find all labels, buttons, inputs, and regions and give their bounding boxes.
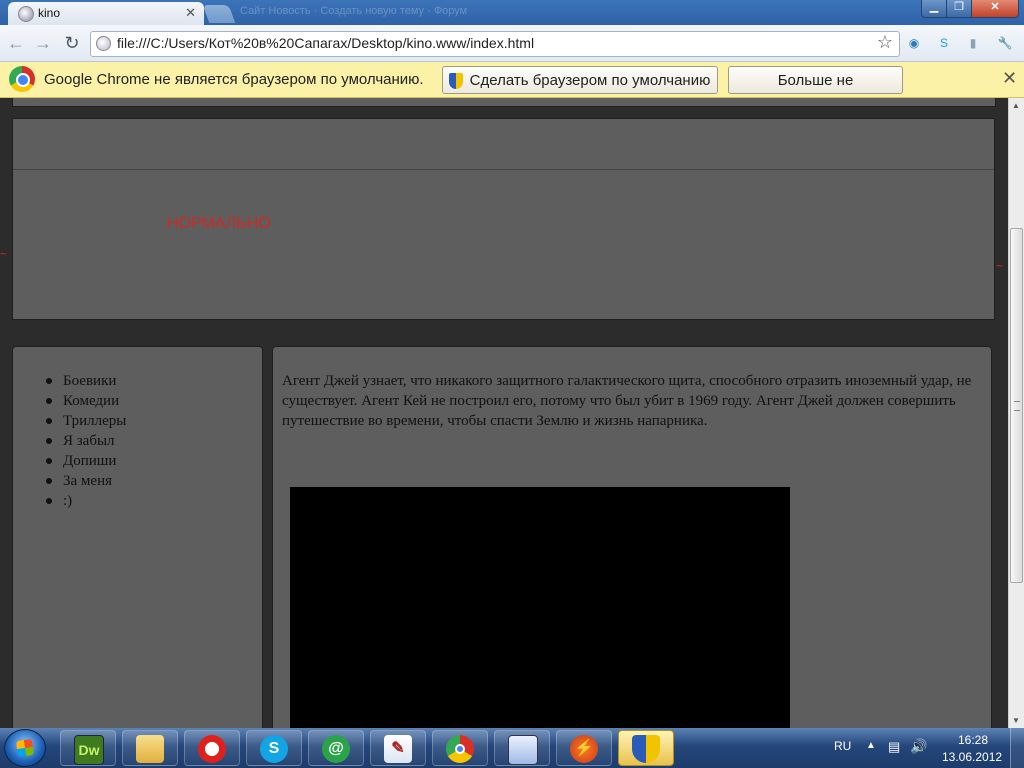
page-info-icon[interactable] [96, 36, 111, 51]
security-shield-icon [632, 735, 660, 763]
new-tab-button[interactable] [202, 5, 236, 23]
minimize-button[interactable]: ▁ [921, 0, 947, 18]
uac-shield-icon [449, 73, 463, 89]
signal-bars-icon[interactable]: ▮ [964, 34, 982, 52]
header-text: НОРМАЛЬНО [167, 215, 271, 232]
menu-item[interactable]: Триллеры [45, 411, 126, 431]
opera-icon [198, 735, 226, 763]
menu-item[interactable]: За меня [45, 471, 126, 491]
taskbar-app-notepad[interactable]: ✎ [370, 730, 426, 766]
browser-tab-strip: kino ✕ Сайт Новость · Создать новую тему… [0, 0, 1024, 25]
show-hidden-icons-icon[interactable]: ▲ [866, 740, 876, 751]
reload-icon[interactable]: ↻ [60, 31, 84, 55]
chrome-icon [446, 735, 474, 763]
default-browser-infobar: Google Chrome не является браузером по у… [0, 62, 1024, 117]
taskbar-app-mail-agent[interactable]: @ [308, 730, 364, 766]
menu-item[interactable]: Комедии [45, 391, 126, 411]
back-arrow-icon[interactable]: ← [4, 31, 28, 55]
file-explorer-icon [136, 735, 164, 763]
mail-agent-icon: @ [322, 735, 350, 763]
menu-item[interactable]: Я забыл [45, 431, 126, 451]
taskbar-app-flash[interactable]: ⚡ [556, 730, 612, 766]
taskbar-app-file-explorer[interactable] [122, 730, 178, 766]
genre-list: Боевики Комедии Триллеры Я забыл Допиши За ме… [45, 371, 126, 511]
menu-item[interactable]: :) [45, 491, 126, 511]
volume-icon[interactable]: 🔊 [910, 738, 927, 755]
red-mark-right: ~ [996, 259, 1004, 273]
taskbar-app-opera[interactable] [184, 730, 240, 766]
wrench-menu-icon[interactable]: 🔧 [996, 34, 1014, 52]
page-scrollbar[interactable]: ▲ ▼ [1008, 98, 1024, 728]
forward-arrow-icon[interactable]: → [31, 31, 55, 55]
set-default-browser-button[interactable]: Сделать браузером по умолчанию [442, 66, 718, 94]
scrollbar-thumb[interactable] [1010, 228, 1023, 583]
close-window-button[interactable]: ✕ [971, 0, 1019, 18]
taskbar-app-skype[interactable]: S [246, 730, 302, 766]
extension-eye-icon[interactable]: ◉ [905, 34, 923, 52]
page-favicon-icon [18, 6, 34, 22]
taskbar-app-dreamweaver[interactable]: Dw [60, 730, 116, 766]
set-default-browser-label: Сделать браузером по умолчанию [469, 72, 711, 89]
infobar-message: Google Chrome не является браузером по у… [44, 71, 424, 88]
taskbar-app-chrome[interactable] [432, 730, 488, 766]
network-icon[interactable]: ▤ [888, 739, 900, 755]
red-mark-left: ~ [0, 247, 8, 261]
tab-kino[interactable]: kino ✕ [8, 2, 204, 25]
top-strip [12, 98, 996, 107]
language-indicator[interactable]: RU [834, 739, 851, 753]
chrome-logo-icon [9, 66, 35, 92]
windows-taskbar: Dw S @ ✎ ⚡ RU ▲ ▤ 🔊 16:28 13.06.2012 [0, 728, 1024, 768]
url-input[interactable] [117, 35, 857, 51]
clock-date[interactable]: 13.06.2012 [942, 750, 1002, 764]
scroll-down-arrow-icon[interactable]: ▼ [1012, 716, 1020, 725]
menu-item[interactable]: Боевики [45, 371, 126, 391]
flash-icon: ⚡ [570, 735, 598, 763]
background-title-text: Сайт Новость · Создать новую тему · Фору… [240, 5, 468, 17]
sidebar-menu: Боевики Комедии Триллеры Я забыл Допиши За ме… [12, 346, 263, 728]
address-bar[interactable]: ☆ [90, 31, 900, 57]
scrollbar-grip [1014, 401, 1020, 411]
menu-item[interactable]: Допиши [45, 451, 126, 471]
clock-time[interactable]: 16:28 [958, 733, 988, 747]
infobar-close-icon[interactable]: ✕ [1002, 68, 1017, 89]
taskbar-app-security-shield[interactable] [618, 730, 674, 766]
never-ask-button[interactable]: Больше не спрашивать [728, 66, 903, 117]
bookmark-star-icon[interactable]: ☆ [877, 32, 893, 53]
start-button[interactable] [4, 729, 46, 767]
dreamweaver-icon: Dw [74, 735, 104, 765]
browser-toolbar: ← → ↻ ☆ ◉ S ▮ 🔧 [0, 25, 1024, 62]
page-header: НОРМАЛЬНО [12, 118, 995, 320]
windows-logo-icon [15, 738, 35, 758]
page-viewport: НОРМАЛЬНО ~ ~ Боевики Комедии Триллеры Я за… [0, 98, 1008, 728]
show-desktop-button[interactable] [1010, 728, 1024, 768]
notepad-icon: ✎ [384, 735, 412, 763]
video-player[interactable] [290, 487, 790, 728]
skype-icon: S [260, 735, 288, 763]
skype-extension-icon[interactable]: S [935, 34, 953, 52]
monitor-icon [508, 735, 538, 765]
taskbar-app-monitor[interactable] [494, 730, 550, 766]
main-content: Агент Джей узнает, что никакого защитног… [272, 346, 992, 728]
tab-title: kino [38, 6, 61, 20]
maximize-button[interactable]: ❐ [946, 0, 972, 18]
scroll-up-arrow-icon[interactable]: ▲ [1012, 101, 1020, 110]
tab-close-icon[interactable]: ✕ [185, 5, 196, 21]
header-divider [13, 169, 994, 170]
movie-description: Агент Джей узнает, что никакого защитног… [282, 373, 972, 429]
